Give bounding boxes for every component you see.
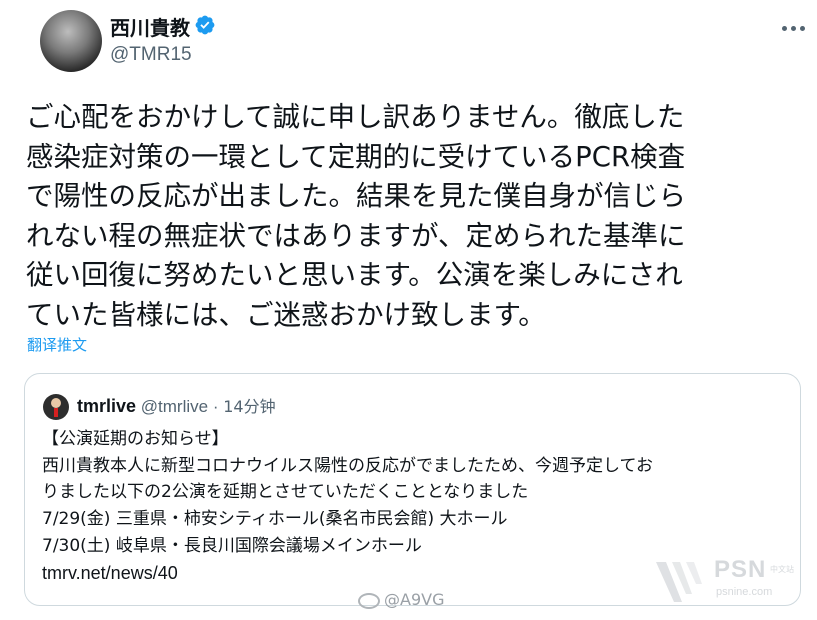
tweet-text-line: 従い回復に努めたいと思います。公演を楽しみにされ <box>26 259 683 291</box>
psn-watermark: PSN 中文站 psnine.com <box>652 556 802 608</box>
quoted-author-name: tmrlive <box>77 396 137 416</box>
more-options-icon[interactable] <box>778 16 808 40</box>
separator-dot: · <box>212 397 219 416</box>
psn-watermark-text: PSN <box>714 556 767 583</box>
verified-badge-icon <box>195 15 215 35</box>
quoted-text-line: りました以下の2公演を延期とさせていただくこととなりました <box>42 482 529 503</box>
psn-watermark-cn: 中文站 <box>770 565 794 574</box>
tweet-text-line: ていた皆様には、ご迷惑おかけ致します。 <box>26 298 546 331</box>
author-name[interactable]: 西川貴教 <box>110 12 190 41</box>
quoted-text-line: 7/29(金) 三重県・柿安シティホール(桑名市民会館) 大ホール <box>42 509 508 530</box>
tweet-text: ご心配をおかけして誠に申し訳ありません。徹底した 感染症対策の一環として定期的に… <box>26 98 810 335</box>
translate-tweet-link[interactable]: 翻译推文 <box>27 334 87 355</box>
tweet-text-line: で陽性の反応が出ました。結果を見た僕自身が信じら <box>26 180 686 212</box>
weibo-watermark-text: @A9VG <box>384 590 445 609</box>
quoted-tweet-header: tmrlive @tmrlive · 14分钟 <box>77 394 276 419</box>
tweet-text-line: 感染症対策の一環として定期的に受けているPCR検査 <box>26 140 686 173</box>
quoted-text-line: 西川貴教本人に新型コロナウイルス陽性の反応がでましたため、今週予定してお <box>42 455 653 476</box>
author-handle[interactable]: @TMR15 <box>110 44 192 66</box>
tweet-text-line: れない程の無症状ではありますが、定められた基準に <box>26 219 686 252</box>
quoted-author-handle: @tmrlive <box>140 397 209 416</box>
quoted-text-line: 【公演延期のお知らせ】 <box>42 429 229 449</box>
quoted-author-avatar <box>43 394 69 420</box>
author-avatar[interactable] <box>40 10 102 72</box>
quoted-tweet-time: 14分钟 <box>223 397 276 416</box>
weibo-watermark: @A9VG <box>358 590 444 609</box>
psn-logo-icon <box>656 562 702 602</box>
psn-watermark-site: psnine.com <box>716 586 773 598</box>
weibo-icon <box>358 592 380 609</box>
tweet-text-line: ご心配をおかけして誠に申し訳ありません。徹底した <box>26 101 685 133</box>
